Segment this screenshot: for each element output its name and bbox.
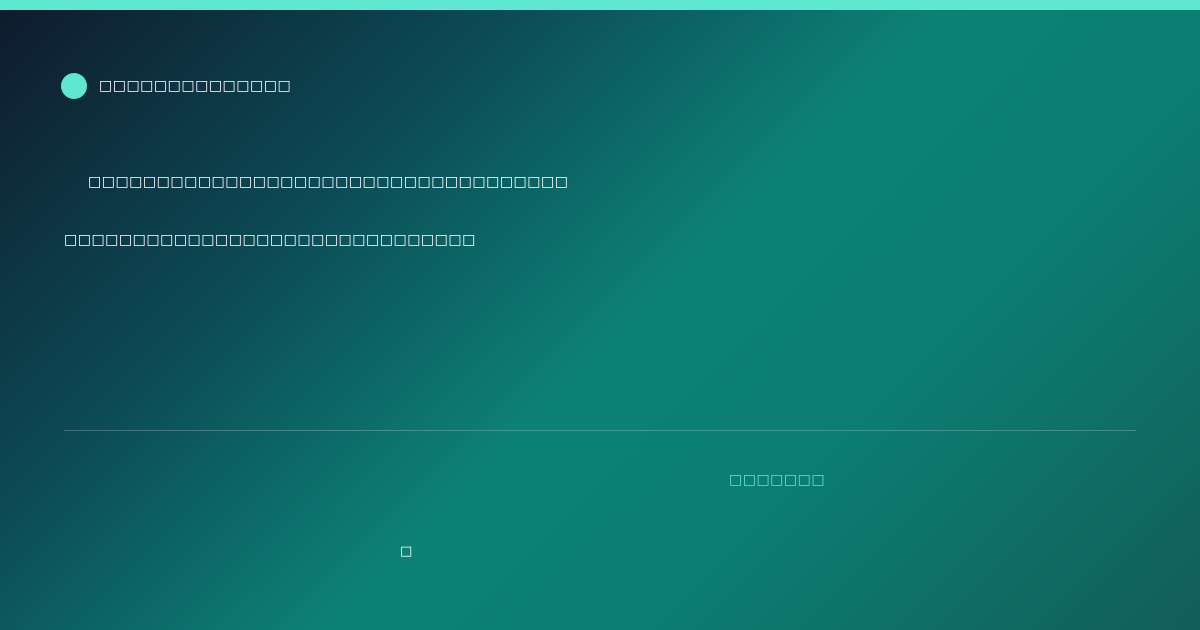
footer-link[interactable]: □□□□□□□ — [729, 472, 825, 488]
circle-dot-icon — [61, 73, 87, 99]
headline-line-1: □□□□□□□□□□□□□□□□□□□□□□□□□□□□□□□□□□□ — [88, 174, 569, 190]
brand-header: □□□□□□□□□□□□□□ — [61, 73, 291, 99]
top-accent-bar — [0, 0, 1200, 10]
headline-line-2: □□□□□□□□□□□□□□□□□□□□□□□□□□□□□□ — [64, 232, 476, 248]
divider — [64, 430, 1136, 431]
footer-mark: □ — [400, 544, 413, 559]
brand-name: □□□□□□□□□□□□□□ — [99, 78, 292, 94]
